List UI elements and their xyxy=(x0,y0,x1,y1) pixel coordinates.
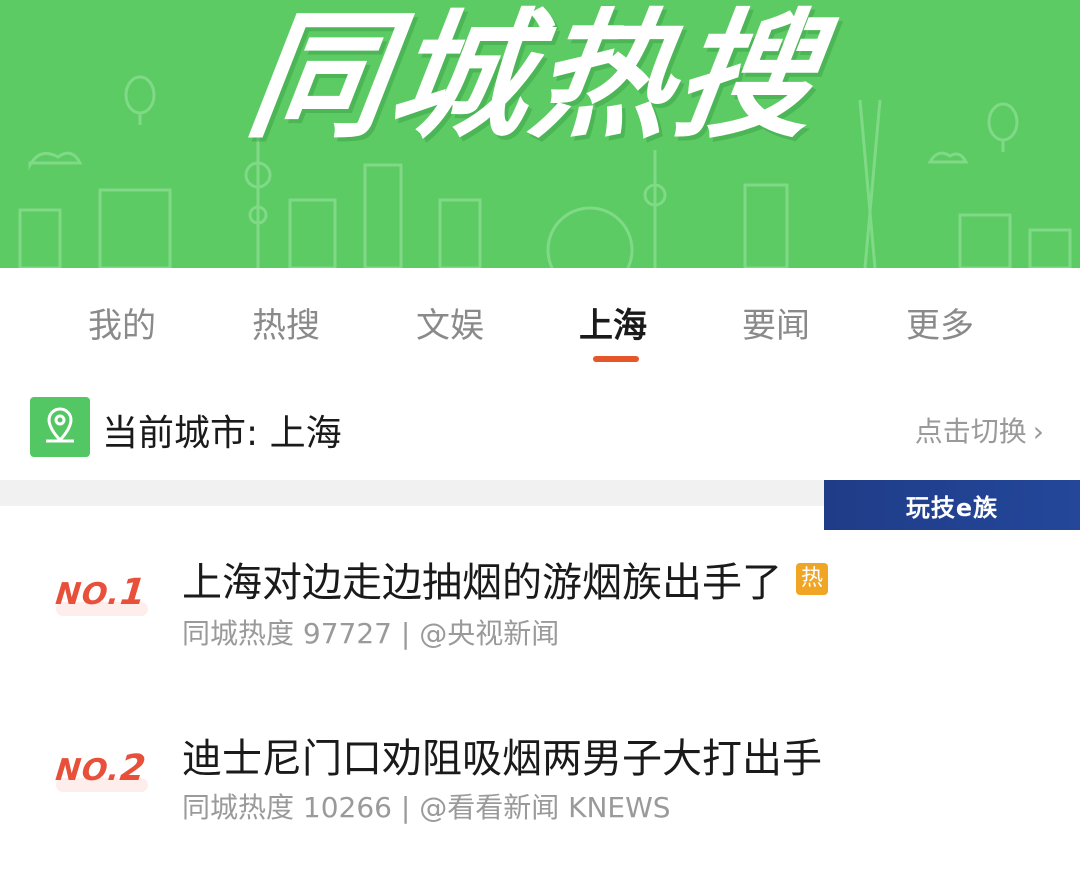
switch-city-label: 点击切换 xyxy=(914,415,1027,448)
rank-prefix: NO. xyxy=(53,753,122,788)
rank-label: NO.1 xyxy=(54,572,149,613)
watermark: 玩技e族 xyxy=(824,480,1080,530)
rank-label: NO.2 xyxy=(54,748,149,789)
switch-city-link[interactable]: 点击切换 › xyxy=(915,410,1044,450)
item-meta: 同城热度 97727 | @央视新闻 xyxy=(182,617,560,650)
banner: 同城热搜 xyxy=(0,0,1080,268)
rank-number: 1 xyxy=(118,572,149,613)
chevron-right-icon: › xyxy=(1032,415,1044,448)
rank-prefix: NO. xyxy=(53,577,122,612)
tab-entertainment[interactable]: 文娱 xyxy=(416,298,484,347)
item-title: 迪士尼门口劝阻吸烟两男子大打出手 xyxy=(182,736,822,782)
item-title-text: 上海对边走边抽烟的游烟族出手了 xyxy=(182,560,782,606)
banner-title: 同城热搜 xyxy=(238,0,830,157)
tab-shanghai[interactable]: 上海 xyxy=(579,298,647,347)
current-city-label: 当前城市: 上海 xyxy=(102,413,342,454)
tab-bar: 我的 热搜 文娱 上海 要闻 更多 xyxy=(0,268,1080,380)
location-pin-icon xyxy=(30,397,90,457)
tab-news[interactable]: 要闻 xyxy=(742,298,810,347)
active-tab-indicator xyxy=(593,356,639,362)
tab-more[interactable]: 更多 xyxy=(906,298,974,347)
current-city-row: 当前城市: 上海 点击切换 › xyxy=(0,380,1080,480)
hot-list-item[interactable]: NO.2 迪士尼门口劝阻吸烟两男子大打出手 同城热度 10266 | @看看新闻… xyxy=(0,700,1080,870)
hot-list-item[interactable]: NO.1 上海对边走边抽烟的游烟族出手了热 同城热度 97727 | @央视新闻 xyxy=(0,530,1080,700)
hot-badge: 热 xyxy=(796,563,828,595)
tab-mine[interactable]: 我的 xyxy=(88,298,156,347)
item-title: 上海对边走边抽烟的游烟族出手了热 xyxy=(182,550,828,608)
tab-hot-search[interactable]: 热搜 xyxy=(252,298,320,347)
item-meta: 同城热度 10266 | @看看新闻 KNEWS xyxy=(182,791,671,824)
rank-number: 2 xyxy=(118,748,149,789)
